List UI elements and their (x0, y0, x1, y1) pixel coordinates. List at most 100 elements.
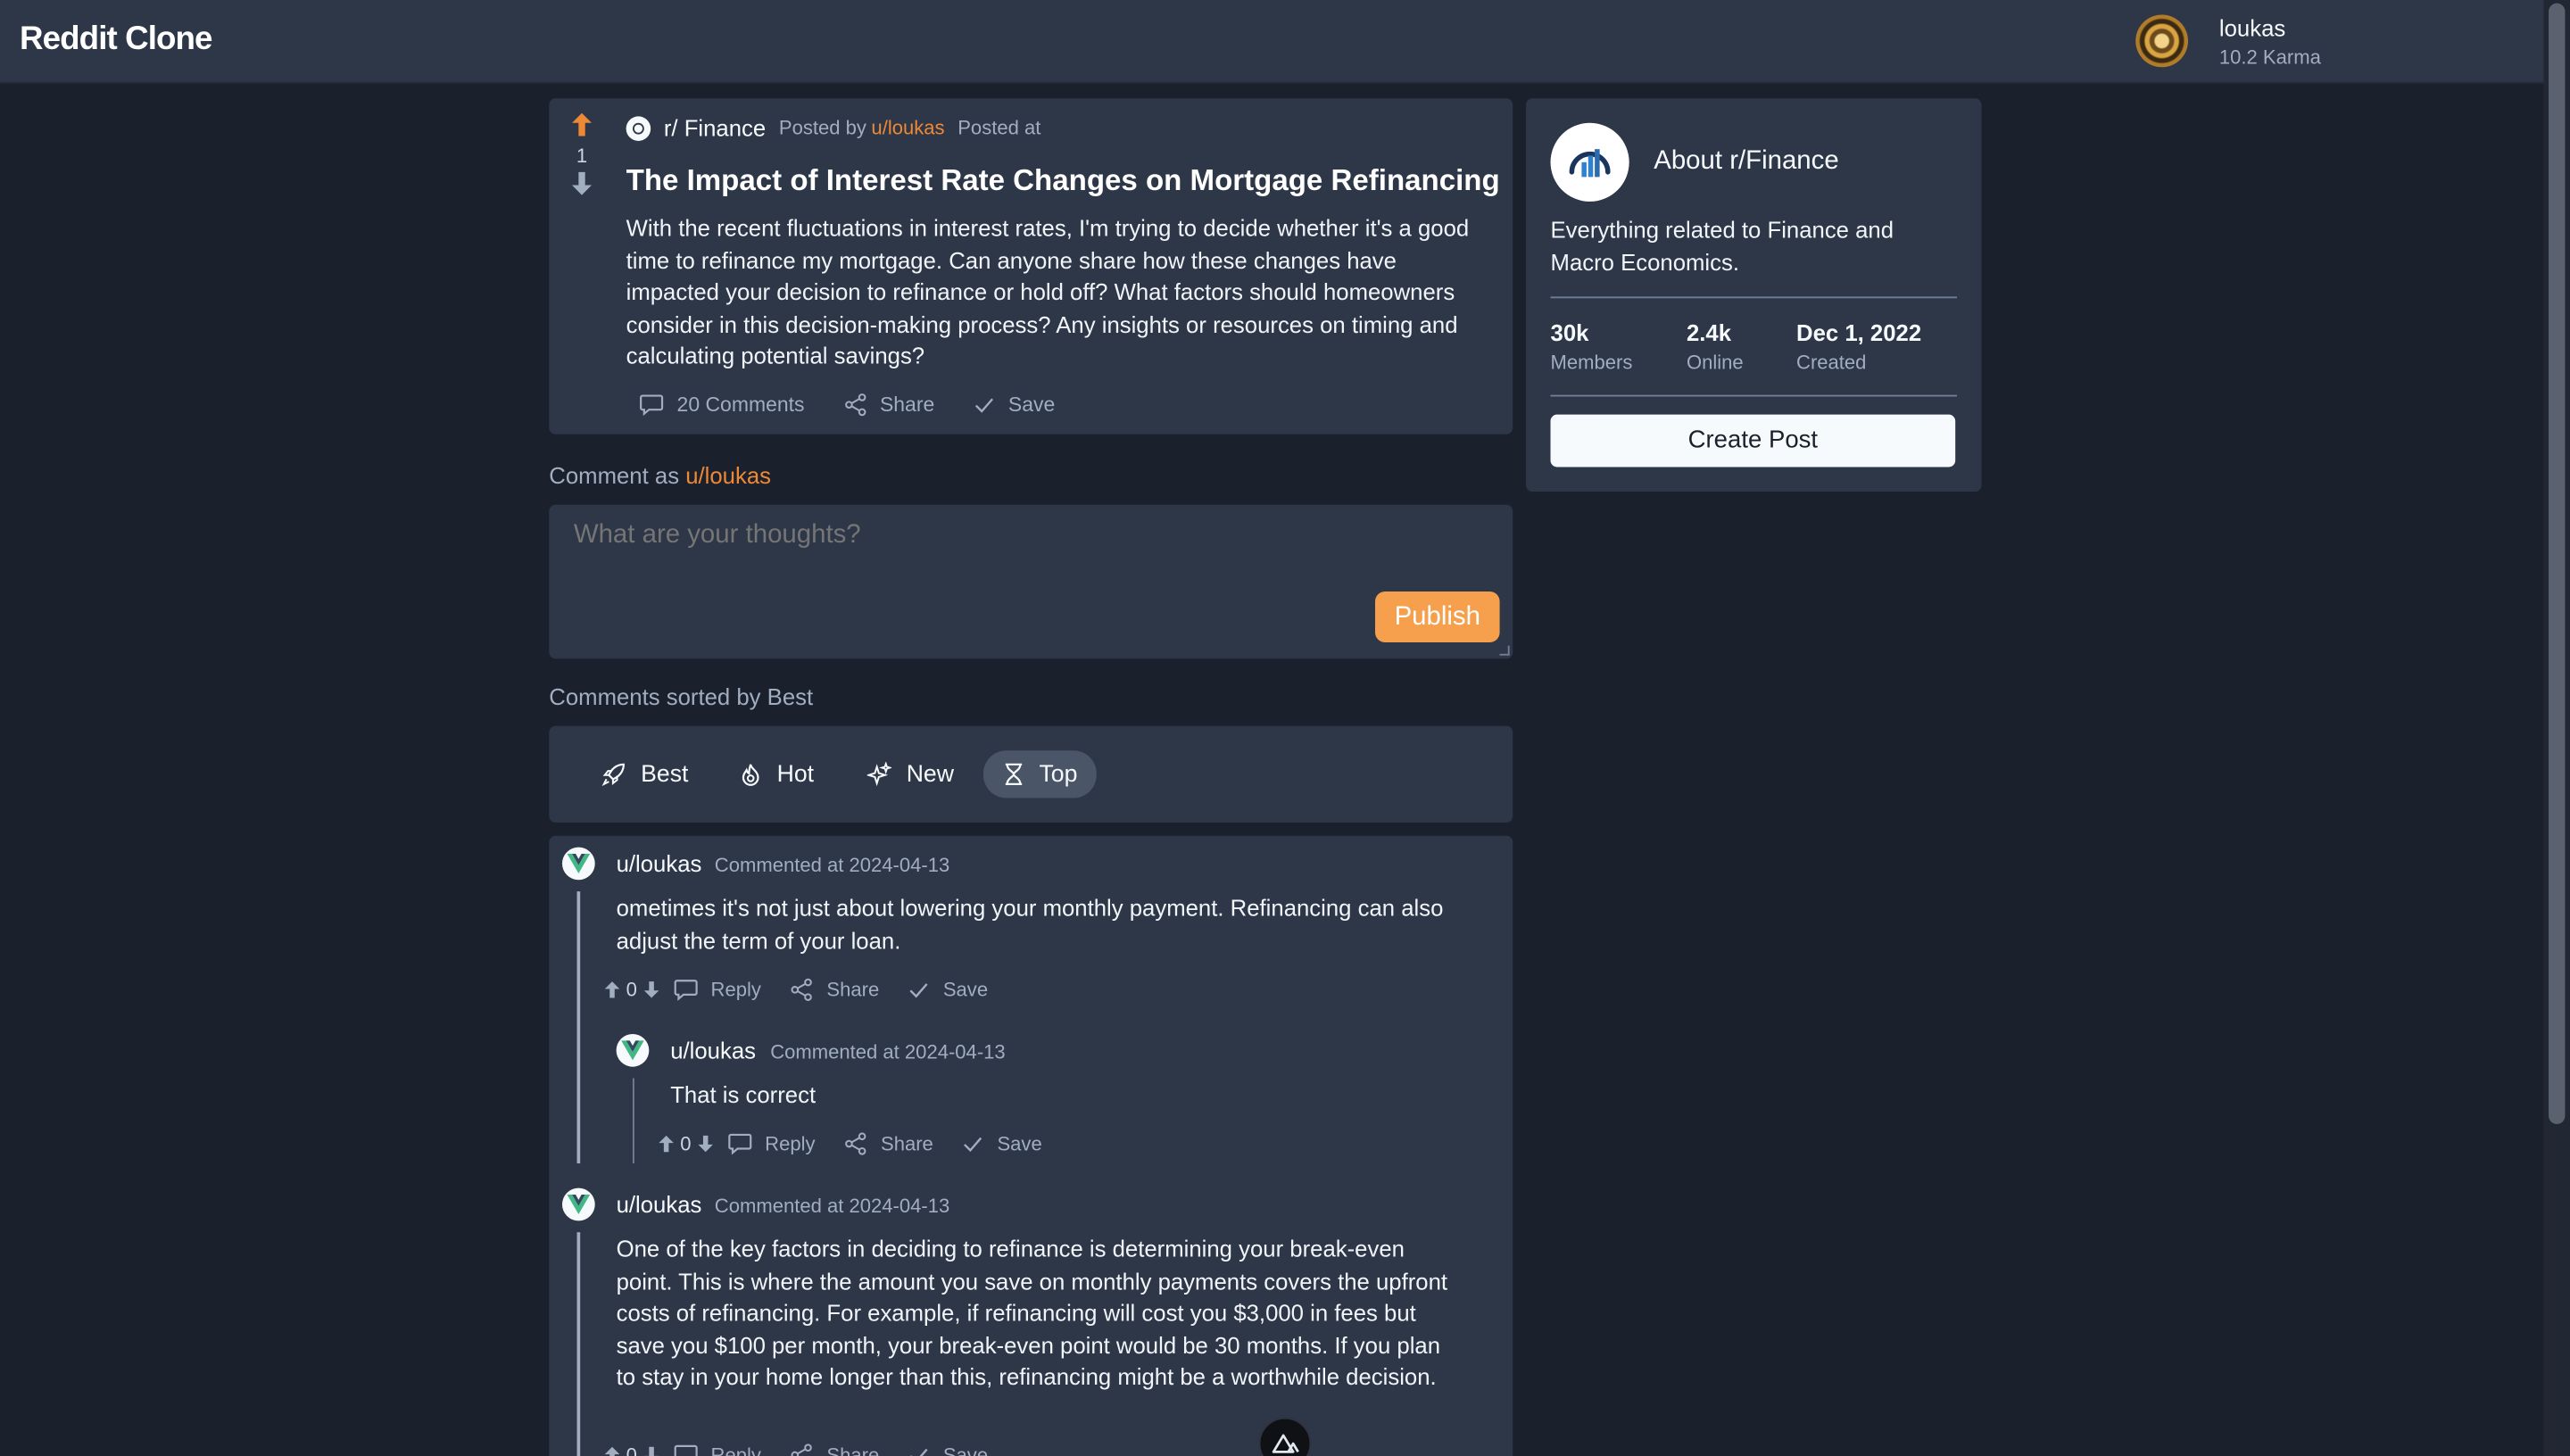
share-button[interactable]: Share (844, 393, 934, 417)
reply-button[interactable]: Reply (673, 1444, 761, 1456)
post-body: With the recent fluctuations in interest… (626, 214, 1470, 369)
stat-value: 30k (1550, 319, 1589, 346)
reply-author[interactable]: u/loukas (670, 1038, 756, 1063)
comments-button[interactable]: 20 Comments (639, 393, 804, 417)
comments-list: u/loukas Commented at 2024-04-13 ometime… (549, 835, 1513, 1456)
reply-label: Reply (710, 1444, 761, 1456)
about-description: Everything related to Finance and Macro … (1550, 216, 1894, 275)
save-button[interactable]: Save (908, 1444, 988, 1456)
posted-by-label: Posted by (778, 116, 866, 140)
vue-logo-icon (567, 1194, 591, 1214)
save-button[interactable]: Save (908, 978, 989, 1002)
sort-tab-hot[interactable]: Hot (719, 750, 833, 798)
share-label: Share (880, 1132, 933, 1155)
post-actions: 20 Comments Share Save (639, 393, 1094, 417)
save-label: Save (942, 978, 989, 1002)
reply-avatar[interactable] (616, 1033, 650, 1067)
comment-actions: 0 Reply Share Save (603, 1444, 988, 1456)
thread-line[interactable] (576, 891, 581, 1164)
save-label: Save (942, 1444, 989, 1456)
comment-date: Commented at 2024-04-13 (714, 1194, 950, 1218)
post-author-link[interactable]: u/loukas (871, 116, 944, 139)
comment-vote-count: 0 (626, 978, 637, 1002)
top-navbar: Reddit Clone loukas 10.2 Karma (0, 0, 2544, 84)
downvote-icon[interactable] (570, 170, 593, 196)
comment-date: Commented at 2024-04-13 (714, 853, 950, 877)
sort-tab-new[interactable]: New (848, 750, 974, 798)
comment-avatar[interactable] (561, 847, 595, 881)
check-icon (975, 398, 994, 413)
post-vote-column: 1 (570, 112, 593, 197)
share-button[interactable]: Share (845, 1132, 933, 1155)
sort-tab-top[interactable]: Top (983, 750, 1098, 798)
share-icon (845, 1132, 867, 1155)
post-meta: r/ Finance Posted by u/loukas Posted at (626, 115, 1040, 141)
comment-author[interactable]: u/loukas (617, 1191, 702, 1217)
resize-handle[interactable] (1499, 645, 1510, 656)
sort-tab-label: Top (1039, 761, 1078, 788)
check-icon (964, 1137, 982, 1153)
save-label: Save (1007, 393, 1056, 417)
post-vote-count: 1 (576, 144, 588, 168)
comment-icon (674, 1444, 698, 1456)
downvote-icon[interactable] (642, 1445, 659, 1456)
subreddit-icon (626, 115, 651, 141)
vue-logo-icon (567, 853, 591, 873)
brand-logo[interactable]: Reddit Clone (20, 21, 212, 59)
comment-icon (727, 1133, 751, 1155)
comment-input[interactable] (573, 521, 1377, 551)
stat-members: 30k Members (1551, 319, 1633, 374)
downvote-icon[interactable] (696, 1134, 714, 1154)
about-title: About r/Finance (1654, 147, 1839, 176)
upvote-icon[interactable] (603, 980, 621, 999)
reply-date: Commented at 2024-04-13 (770, 1040, 1006, 1064)
stat-value: 2.4k (1686, 319, 1732, 346)
stat-created: Dec 1, 2022 Created (1796, 319, 1921, 374)
reply-thread-line[interactable] (632, 1078, 634, 1164)
share-button[interactable]: Share (791, 979, 879, 1001)
page: Reddit Clone loukas 10.2 Karma 1 r/ Fina… (0, 0, 2570, 1456)
subreddit-link[interactable]: r/ Finance (664, 115, 766, 141)
share-icon (844, 393, 866, 417)
user-avatar[interactable] (2135, 14, 2188, 68)
comment-icon (674, 980, 698, 1001)
post-card: 1 r/ Finance Posted by u/loukas Posted a… (549, 98, 1513, 434)
sort-tab-best[interactable]: Best (582, 750, 708, 798)
chart-logo-icon (1569, 149, 1611, 178)
community-logo (1550, 122, 1629, 202)
user-name[interactable]: loukas (2219, 15, 2285, 41)
reply-button[interactable]: Reply (673, 978, 761, 1002)
sparkles-icon (866, 762, 892, 787)
stat-label: Created (1796, 351, 1867, 374)
save-button[interactable]: Save (974, 393, 1055, 417)
publish-button[interactable]: Publish (1374, 592, 1500, 642)
sort-tab-label: Best (641, 761, 689, 788)
comment-as-user[interactable]: u/loukas (685, 462, 771, 488)
reply-button[interactable]: Reply (727, 1132, 816, 1155)
comment-as-text: Comment as (549, 461, 680, 489)
upvote-icon[interactable] (603, 1445, 621, 1456)
comments-count: 20 Comments (676, 393, 805, 417)
thread-line[interactable] (576, 1232, 581, 1456)
upvote-icon[interactable] (570, 112, 593, 137)
downvote-icon[interactable] (642, 980, 659, 999)
comment-author[interactable]: u/loukas (617, 850, 702, 876)
devtools-badge[interactable] (1258, 1417, 1312, 1456)
comment-vote-count: 0 (626, 1444, 637, 1456)
reply-label: Reply (710, 978, 761, 1002)
sort-bar: Best Hot New Top (549, 725, 1513, 823)
comments-sorted-label: Comments sorted by Best (549, 682, 814, 710)
save-label: Save (997, 1132, 1042, 1155)
comment-avatar[interactable] (561, 1187, 595, 1221)
scrollbar-thumb[interactable] (2549, 3, 2566, 1124)
stat-value: Dec 1, 2022 (1796, 319, 1922, 346)
upvote-icon[interactable] (658, 1134, 676, 1154)
share-button[interactable]: Share (791, 1444, 879, 1456)
reply-vote-count: 0 (680, 1132, 692, 1155)
save-button[interactable]: Save (963, 1132, 1042, 1155)
rocket-icon (601, 763, 625, 787)
divider (1550, 296, 1958, 299)
comment-actions: 0 Reply Share Save (603, 978, 989, 1002)
reply-text: That is correct (670, 1081, 817, 1108)
create-post-button[interactable]: Create Post (1550, 414, 1956, 467)
